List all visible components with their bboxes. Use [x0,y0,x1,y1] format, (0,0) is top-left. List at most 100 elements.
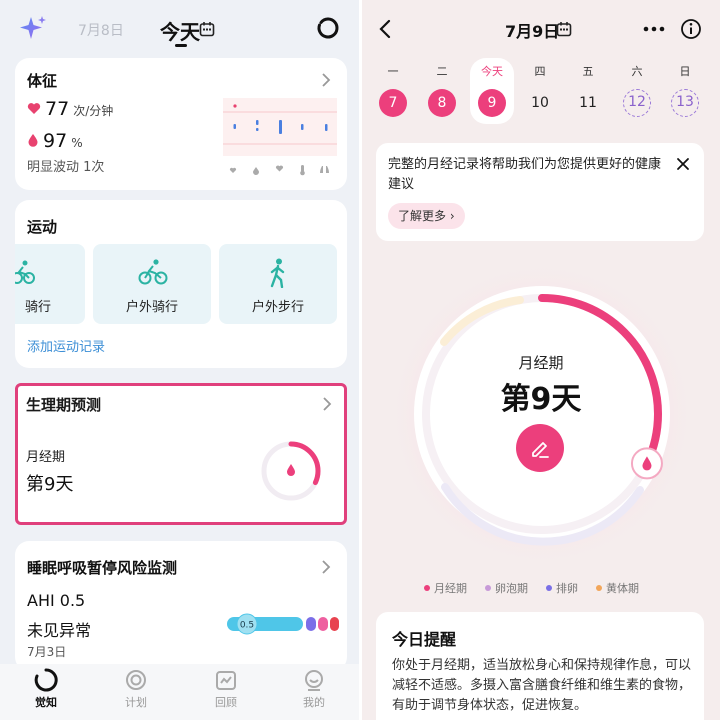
legend-item: 卵泡期 [485,580,528,596]
reminder-text: 你处于月经期，适当放松身心和保持规律作息，可以减轻不适感。多摄入富含膳食纤维和维… [392,658,692,713]
sparkle-icon[interactable] [18,14,48,44]
week-day-number: 7 [379,89,407,117]
sport-title: 运动 [27,218,58,236]
ahi-date: 7月3日 [27,645,67,659]
home-screen: 7月8日 今天 体征 77 次/分钟 97 % 明显波动 1次 运动 骑行 户外… [0,0,359,720]
tab-label: 回顾 [215,696,237,709]
chevron-right-icon [322,73,331,87]
fluctuation-text: 明显波动 1次 [27,160,105,175]
previous-date-link[interactable]: 7月8日 [78,20,124,40]
blood-drop-icon [28,134,38,147]
sport-tile-label: 户外步行 [251,300,304,315]
tip-text: 完整的月经记录将帮助我们为您提供更好的健康建议 [388,157,662,192]
week-day[interactable]: 二8 [422,58,462,117]
outdoor-cycling-icon [138,259,168,285]
period-prediction-card[interactable]: 生理期预测 月经期 第9天 [15,383,347,525]
ahi-status: 未见异常 [27,621,92,640]
info-icon[interactable] [680,18,702,40]
add-sport-record-link[interactable]: 添加运动记录 [27,336,105,355]
spo2-row: 97 % [27,130,83,152]
legend-dot [546,585,552,591]
sport-tile-label: 户外骑行 [125,300,178,315]
heart-rate-row: 77 次/分钟 [27,98,113,120]
page-title: 今天 [160,20,200,44]
week-day-number: 13 [671,89,699,117]
profile-icon [305,670,323,691]
sleep-apnea-title: 睡眠呼吸暂停风险监测 [27,559,178,577]
ahi-risk-bar: 0.5 [227,613,339,635]
calendar-icon[interactable] [556,21,572,37]
week-day[interactable]: 一7 [373,58,413,117]
tab-plan[interactable]: 计划 [106,668,166,710]
week-day-today[interactable]: 今天 9 [470,58,514,124]
legend-dot [485,585,491,591]
sleep-apnea-card[interactable]: 睡眠呼吸暂停风险监测 AHI 0.5 未见异常 7月3日 0.5 [15,541,347,671]
week-day[interactable]: 日 13 [665,58,705,117]
vitals-title: 体征 [27,72,58,90]
spo2-unit: % [71,136,83,150]
edit-pen-icon [532,442,549,458]
bottom-tab-bar: 觉知 计划 回顾 我的 [0,664,359,720]
legend-dot [596,585,602,591]
more-options-icon[interactable] [643,26,665,32]
period-prediction-title: 生理期预测 [26,396,102,414]
tab-label: 我的 [303,696,325,709]
tab-awareness[interactable]: 觉知 [16,668,76,710]
legend-label: 卵泡期 [495,582,528,595]
cycling-icon [15,260,35,284]
vitals-card[interactable]: 体征 77 次/分钟 97 % 明显波动 1次 [15,58,347,190]
calendar-icon[interactable] [199,21,215,37]
home-header: 7月8日 今天 [0,0,359,58]
sport-tile-outdoor-walking[interactable]: 户外步行 [219,244,337,324]
week-day[interactable]: 五 11 [568,58,608,117]
sync-icon[interactable] [316,16,340,40]
title-underline [175,44,187,47]
sport-tile-cycling[interactable]: 骑行 [15,244,85,324]
week-day-label: 日 [679,65,691,78]
period-phase-label: 月经期 [26,450,66,465]
cycle-detail-screen: 7月9日 一7 二8 今天 9 四 10 五 11 六 12 日 13 完整的月经记录将帮… [362,0,720,720]
edit-record-button[interactable] [516,424,564,472]
back-arrow-icon[interactable] [378,18,392,40]
tab-label: 觉知 [35,696,57,709]
legend-item: 排卵 [546,580,578,596]
week-day-number: 12 [623,89,651,117]
phase-legend: 月经期 卵泡期 排卵 黄体期 [424,580,639,596]
awareness-icon [34,668,58,692]
tab-mine[interactable]: 我的 [284,668,344,710]
tab-review[interactable]: 回顾 [196,668,256,710]
week-day-label: 一 [387,65,399,78]
vitals-mini-chart [223,98,337,176]
close-icon[interactable] [676,157,690,171]
detail-date-title: 7月9日 [505,22,560,41]
sport-tile-outdoor-cycling[interactable]: 户外骑行 [93,244,211,324]
heart-icon [27,103,41,114]
tab-label: 计划 [125,696,147,709]
legend-item: 黄体期 [596,580,639,596]
legend-dot [424,585,430,591]
legend-label: 月经期 [434,582,467,595]
spo2-value: 97 [43,130,68,152]
week-day-number: 9 [478,89,506,117]
week-day-label: 六 [631,65,643,78]
week-day-number: 10 [531,95,549,111]
cycle-day-count: 第9天 [500,382,582,417]
cycle-position-marker [630,447,663,480]
heart-rate-value: 77 [45,98,70,120]
period-progress-ring [261,441,321,501]
heart-rate-unit: 次/分钟 [73,104,114,118]
period-day-count: 第9天 [26,474,74,495]
week-day[interactable]: 六 12 [617,58,657,117]
legend-item: 月经期 [424,580,467,596]
review-icon [216,671,236,690]
sport-card: 运动 骑行 户外骑行 户外步行 添加运动记录 [15,200,347,368]
week-day[interactable]: 四 10 [520,58,560,117]
ahi-value: AHI 0.5 [27,591,86,610]
legend-label: 排卵 [556,582,578,595]
week-day-label: 五 [582,65,594,78]
week-day-label: 二 [436,65,448,78]
week-day-label: 今天 [481,65,503,78]
learn-more-button[interactable]: 了解更多 › [388,203,465,229]
week-day-number: 8 [428,89,456,117]
plan-icon [126,670,146,690]
